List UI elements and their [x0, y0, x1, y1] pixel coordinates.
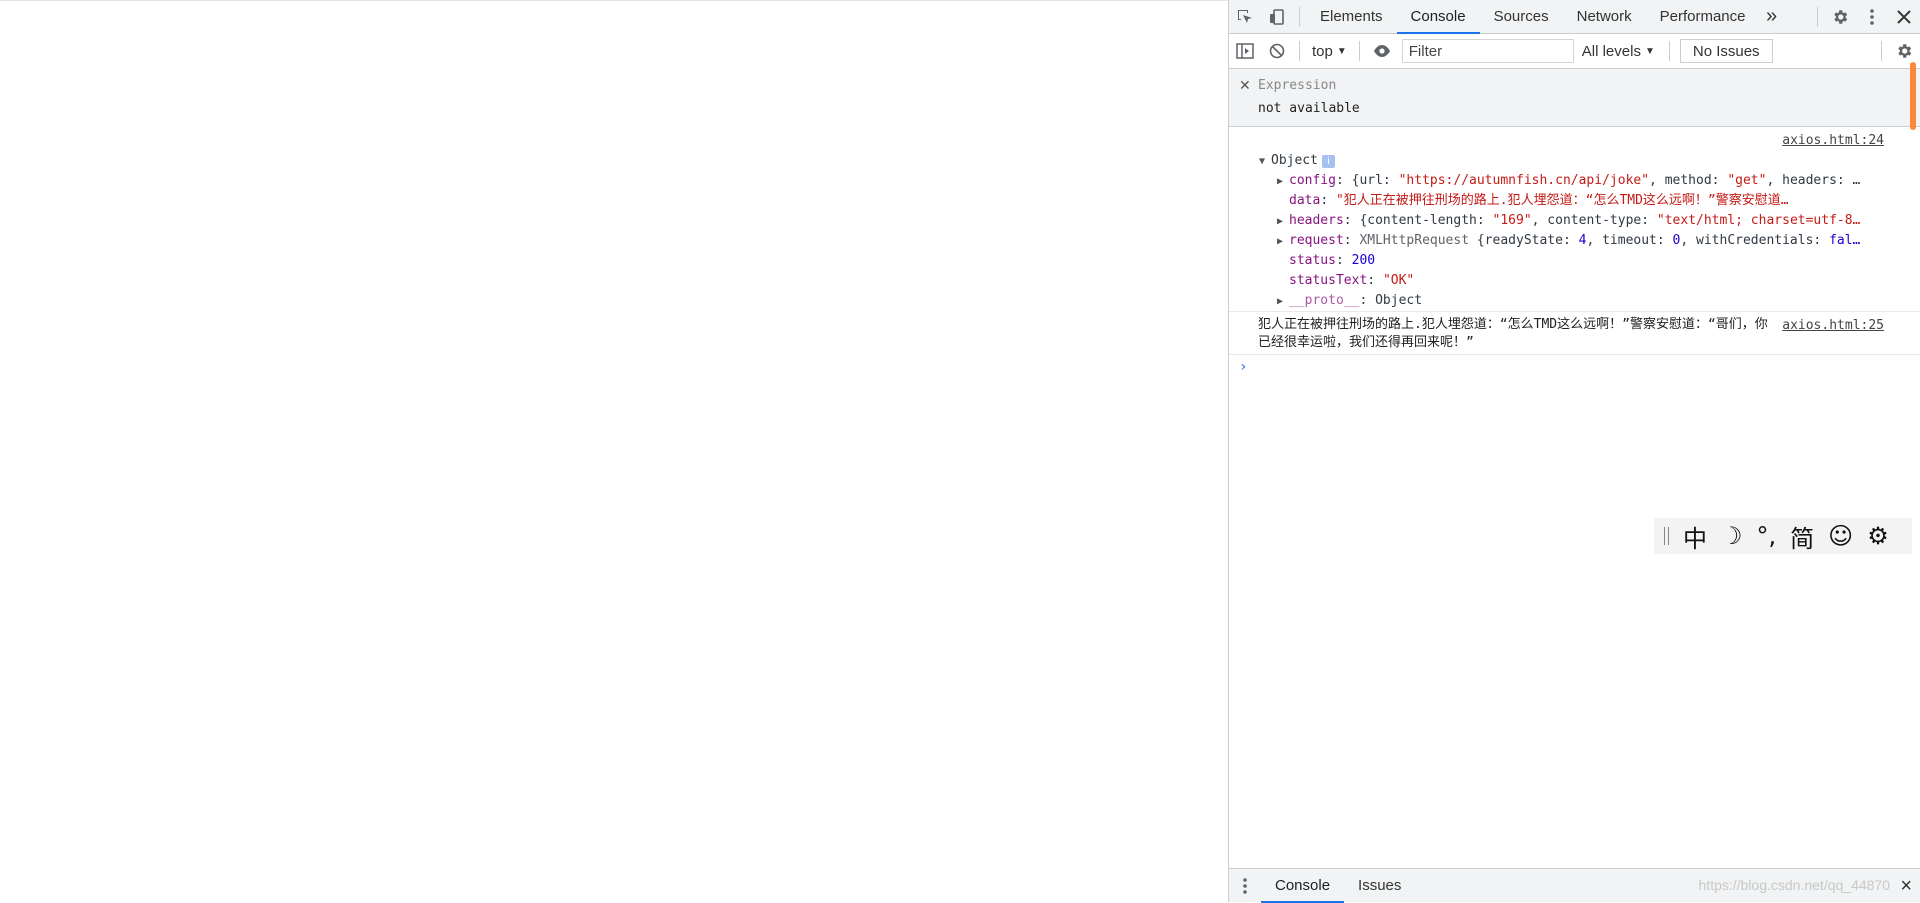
tab-sources[interactable]: Sources — [1480, 0, 1563, 34]
remove-expression-close-icon[interactable]: ✕ — [1239, 77, 1251, 94]
log-levels-label: All levels — [1581, 42, 1641, 60]
live-expression: ✕ Expression not available — [1229, 69, 1920, 127]
prop-config[interactable]: ▶ config: {url: "https://autumnfish.cn/ap… — [1229, 171, 1920, 191]
prop-headers[interactable]: ▶ headers: {content-length: "169", conten… — [1229, 211, 1920, 231]
log-levels-dropdown[interactable]: All levels ▼ — [1574, 43, 1663, 60]
issues-button[interactable]: No Issues — [1679, 39, 1773, 63]
filter-input[interactable] — [1401, 39, 1574, 63]
expression-label[interactable]: Expression — [1258, 78, 1336, 93]
triangle-right-icon: ▶ — [1277, 216, 1284, 227]
live-expression-eye-icon[interactable] — [1366, 35, 1398, 67]
toolbar-separator — [1299, 6, 1300, 27]
tab-performance[interactable]: Performance — [1646, 0, 1760, 34]
drag-handle[interactable] — [1664, 527, 1669, 545]
prop-statustext: statusText: "OK" — [1289, 273, 1415, 288]
tab-network[interactable]: Network — [1563, 0, 1646, 34]
watermark: https://blog.csdn.net/qq_44870 — [1698, 877, 1890, 893]
devtools-panel: Elements Console Sources Network Perform… — [1228, 0, 1920, 903]
context-label: top — [1312, 42, 1333, 60]
prop-status: status: 200 — [1289, 253, 1376, 268]
console-message-object: axios.html:24 ▼ Object i ▶ config: {url: "h… — [1229, 127, 1920, 312]
close-devtools-icon[interactable] — [1888, 1, 1920, 33]
settings-gear-icon[interactable] — [1824, 1, 1856, 33]
drawer-tab-issues[interactable]: Issues — [1344, 869, 1415, 903]
inspect-element-icon[interactable] — [1229, 1, 1261, 33]
drawer-kebab-menu-icon[interactable] — [1229, 870, 1261, 902]
ime-simplified[interactable]: 简 — [1790, 519, 1814, 554]
triangle-down-icon: ▼ — [1259, 156, 1266, 167]
more-tabs-icon[interactable]: » — [1760, 1, 1784, 33]
ime-smiley-icon[interactable]: ☺ — [1828, 522, 1853, 550]
info-icon: i — [1321, 155, 1335, 168]
object-title: Object — [1271, 153, 1318, 168]
page-viewport — [0, 0, 1228, 902]
prop-request[interactable]: ▶ request: XMLHttpRequest {readyState: 4,… — [1229, 231, 1920, 251]
kebab-menu-icon[interactable] — [1856, 1, 1888, 33]
console-messages: axios.html:24 ▼ Object i ▶ config: {url: "h… — [1229, 127, 1920, 379]
source-link[interactable]: axios.html:25 — [1782, 316, 1884, 336]
device-toolbar-icon[interactable] — [1261, 1, 1293, 33]
ime-chinese-mode[interactable]: 中 — [1683, 519, 1707, 554]
sidebar-toggle-icon[interactable] — [1229, 35, 1261, 67]
console-prompt-icon[interactable]: › — [1229, 355, 1920, 379]
chevron-down-icon: ▼ — [1336, 45, 1347, 57]
drawer-tab-console[interactable]: Console — [1261, 869, 1345, 903]
close-drawer-icon[interactable]: × — [1900, 869, 1912, 903]
triangle-right-icon: ▶ — [1277, 236, 1284, 247]
prop-data: data: "犯人正在被押往刑场的路上.犯人埋怨道：“怎么TMD这么远啊！”警察… — [1289, 193, 1789, 208]
ime-toolbar: 中 ☽ °, 简 ☺ ⚙ — [1654, 518, 1912, 554]
chevron-down-icon: ▼ — [1644, 45, 1655, 57]
triangle-right-icon: ▶ — [1277, 296, 1284, 307]
tab-console[interactable]: Console — [1396, 0, 1480, 34]
tab-elements[interactable]: Elements — [1306, 0, 1397, 34]
ime-moon-icon[interactable]: ☽ — [1721, 522, 1743, 550]
console-message-text: axios.html:25 犯人正在被押往刑场的路上.犯人埋怨道：“怎么TMD这… — [1229, 312, 1920, 355]
console-toolbar: top ▼ All levels ▼ No Issues — [1229, 34, 1920, 69]
scrollbar-thumb[interactable] — [1910, 62, 1916, 130]
expression-value: not available — [1258, 101, 1360, 116]
context-selector[interactable]: top ▼ — [1306, 43, 1353, 60]
ime-punctuation[interactable]: °, — [1757, 522, 1777, 550]
clear-console-icon[interactable] — [1261, 35, 1293, 67]
ime-settings-gear-icon[interactable]: ⚙ — [1867, 522, 1889, 550]
devtools-main-toolbar: Elements Console Sources Network Perform… — [1229, 0, 1920, 34]
prop-proto[interactable]: ▶ __proto__: Object — [1229, 291, 1920, 311]
triangle-right-icon: ▶ — [1277, 176, 1284, 187]
source-link[interactable]: axios.html:24 — [1782, 131, 1884, 151]
